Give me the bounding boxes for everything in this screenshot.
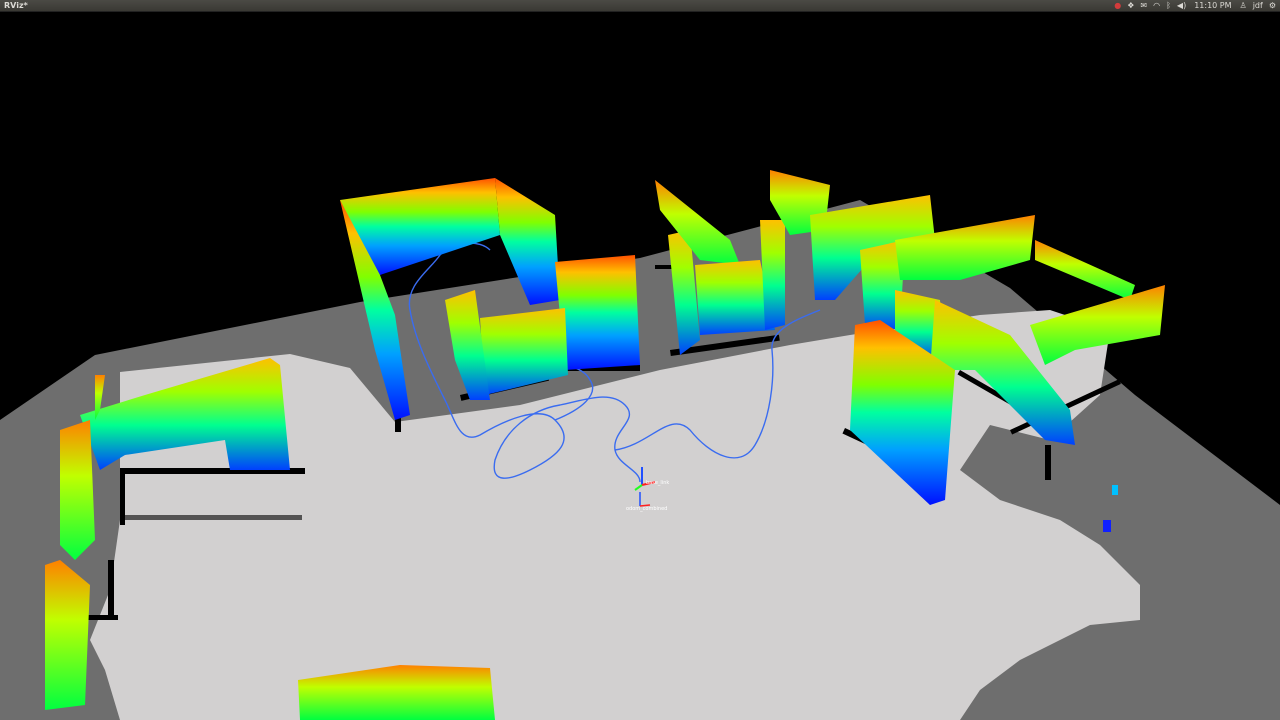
gear-icon[interactable]: ⚙	[1269, 0, 1276, 12]
pointcloud-wall	[1035, 240, 1135, 300]
top-panel: RViz* ● ❖ ✉ ◠ ᛒ ◀) 11:10 PM ♙ jdf ⚙	[0, 0, 1280, 12]
pointcloud-wall	[60, 420, 95, 560]
bluetooth-icon[interactable]: ᛒ	[1166, 0, 1171, 12]
window-title: RViz*	[4, 1, 28, 10]
pointcloud-wall	[555, 255, 640, 370]
pointcloud-blob	[1103, 520, 1111, 532]
user-icon: ♙	[1239, 1, 1247, 10]
user-name[interactable]: jdf	[1253, 0, 1263, 12]
3d-viewport[interactable]: base_link odom_combined	[0, 12, 1280, 720]
scene-canvas[interactable]: base_link odom_combined	[0, 12, 1280, 720]
pointcloud-wall	[45, 560, 90, 710]
frame-label-odom: odom_combined	[626, 506, 667, 512]
clock[interactable]: 11:10 PM	[1194, 0, 1231, 12]
mail-icon[interactable]: ✉	[1140, 0, 1147, 12]
volume-icon[interactable]: ◀)	[1177, 0, 1186, 12]
wifi-icon[interactable]: ◠	[1153, 0, 1160, 12]
record-icon[interactable]: ●	[1114, 0, 1121, 12]
system-tray: ● ❖ ✉ ◠ ᛒ ◀) 11:10 PM ♙ jdf ⚙	[1114, 0, 1276, 12]
dropbox-icon[interactable]: ❖	[1127, 0, 1134, 12]
frame-label-base: base_link	[646, 480, 669, 486]
pointcloud-blob	[1112, 485, 1118, 495]
